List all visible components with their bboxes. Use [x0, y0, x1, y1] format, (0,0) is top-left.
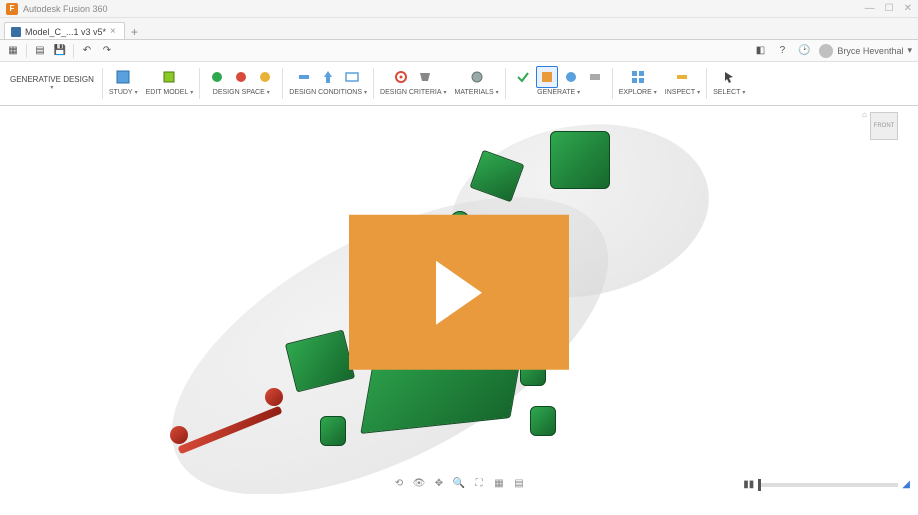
undo-icon[interactable]: ↶: [80, 44, 94, 58]
home-view-icon[interactable]: ⌂: [862, 110, 867, 119]
navigation-bar: ⟲ 👁 ✥ 🔍 ⛶ ▦ ▤: [386, 474, 532, 492]
design-space-label: DESIGN SPACE: [213, 89, 265, 96]
tab-close-icon[interactable]: ×: [110, 26, 116, 37]
workspace-switcher[interactable]: GENERATIVE DESIGN ▾: [4, 64, 100, 103]
viewcube-face[interactable]: FRONT: [870, 112, 898, 140]
save-icon[interactable]: 💾: [53, 44, 67, 58]
avatar-icon: [819, 44, 833, 58]
zoom-icon[interactable]: 🔍: [452, 476, 466, 490]
explore-button[interactable]: [627, 66, 649, 88]
title-bar: F Autodesk Fusion 360 — ☐ ✕: [0, 0, 918, 18]
precheck-button[interactable]: [512, 66, 534, 88]
window-controls: — ☐ ✕: [865, 3, 912, 14]
document-icon: [11, 27, 21, 37]
design-conditions-group: DESIGN CONDITIONS▾: [285, 64, 371, 103]
materials-group: MATERIALS▾: [451, 64, 503, 103]
timeline: ▮▮ ◢: [743, 479, 910, 490]
design-criteria-group: DESIGN CRITERIA▾: [376, 64, 450, 103]
display-settings-icon[interactable]: ▦: [492, 476, 506, 490]
tab-label: Model_C_...1 v3 v5*: [25, 27, 106, 37]
file-menu-icon[interactable]: ▤: [33, 44, 47, 58]
select-button[interactable]: [718, 66, 740, 88]
workspace-label: GENERATIVE DESIGN: [10, 75, 94, 85]
chevron-down-icon: ▾: [907, 45, 912, 56]
explore-label: EXPLORE: [619, 89, 652, 96]
edit-model-button[interactable]: [158, 66, 180, 88]
manufacturing-button[interactable]: [414, 66, 436, 88]
study-group: STUDY▾: [105, 64, 142, 103]
constraints-button[interactable]: [293, 66, 315, 88]
objectives-button[interactable]: [390, 66, 412, 88]
inspect-button[interactable]: [671, 66, 693, 88]
inspect-group: INSPECT▾: [661, 64, 704, 103]
materials-button[interactable]: [466, 66, 488, 88]
starting-shape-button[interactable]: [254, 66, 276, 88]
loads-button[interactable]: [317, 66, 339, 88]
select-group: SELECT▾: [709, 64, 749, 103]
viewcube[interactable]: ⌂ FRONT: [870, 112, 904, 146]
video-play-overlay[interactable]: [349, 215, 569, 370]
timeline-handle[interactable]: [758, 479, 761, 491]
generate-label: GENERATE: [537, 89, 575, 96]
generate-group: GENERATE▾: [508, 64, 610, 103]
document-tabs: Model_C_...1 v3 v5* × +: [0, 18, 918, 40]
timeline-end-icon[interactable]: ◢: [902, 479, 910, 490]
help-icon[interactable]: ?: [775, 44, 789, 58]
chevron-down-icon: ▾: [50, 85, 53, 92]
fit-icon[interactable]: ⛶: [472, 476, 486, 490]
study-label: STUDY: [109, 89, 133, 96]
play-icon: [436, 260, 482, 324]
timeline-play-icon[interactable]: ▮▮: [743, 479, 754, 490]
notifications-icon[interactable]: 🕑: [797, 44, 811, 58]
user-menu[interactable]: Bryce Heventhal ▾: [819, 44, 912, 58]
minimize-button[interactable]: —: [865, 3, 875, 14]
extensions-icon[interactable]: ◧: [753, 44, 767, 58]
maximize-button[interactable]: ☐: [885, 3, 894, 14]
app-icon: F: [6, 3, 18, 15]
study-button[interactable]: [112, 66, 134, 88]
design-space-group: DESIGN SPACE▾: [202, 64, 280, 103]
redo-icon[interactable]: ↷: [100, 44, 114, 58]
new-tab-button[interactable]: +: [125, 25, 144, 39]
generate-button[interactable]: [560, 66, 582, 88]
edit-model-group: EDIT MODEL▾: [142, 64, 198, 103]
user-name: Bryce Heventhal: [837, 46, 903, 56]
design-criteria-label: DESIGN CRITERIA: [380, 89, 441, 96]
previewer-button[interactable]: [536, 66, 558, 88]
materials-label: MATERIALS: [455, 89, 494, 96]
preserve-geometry-button[interactable]: [206, 66, 228, 88]
document-tab[interactable]: Model_C_...1 v3 v5* ×: [4, 22, 125, 39]
app-title: Autodesk Fusion 360: [23, 4, 108, 14]
close-button[interactable]: ✕: [904, 3, 912, 14]
inspect-label: INSPECT: [665, 89, 695, 96]
status-button[interactable]: [584, 66, 606, 88]
load-case-button[interactable]: [341, 66, 363, 88]
design-conditions-label: DESIGN CONDITIONS: [289, 89, 362, 96]
explore-group: EXPLORE▾: [615, 64, 661, 103]
grid-settings-icon[interactable]: ▤: [512, 476, 526, 490]
obstacle-geometry-button[interactable]: [230, 66, 252, 88]
orbit-icon[interactable]: ⟲: [392, 476, 406, 490]
look-icon[interactable]: 👁: [412, 476, 426, 490]
pan-icon[interactable]: ✥: [432, 476, 446, 490]
select-label: SELECT: [713, 89, 740, 96]
grid-menu-icon[interactable]: ▦: [6, 44, 20, 58]
quick-access-toolbar: ▦ ▤ 💾 ↶ ↷ ◧ ? 🕑 Bryce Heventhal ▾: [0, 40, 918, 62]
viewport[interactable]: ⌂ FRONT ⟲ 👁 ✥ 🔍 ⛶ ▦ ▤ ▮▮ ◢: [0, 106, 918, 494]
edit-model-label: EDIT MODEL: [146, 89, 189, 96]
timeline-track[interactable]: [758, 483, 898, 487]
ribbon-toolbar: GENERATIVE DESIGN ▾ STUDY▾ EDIT MODEL▾ D…: [0, 62, 918, 106]
